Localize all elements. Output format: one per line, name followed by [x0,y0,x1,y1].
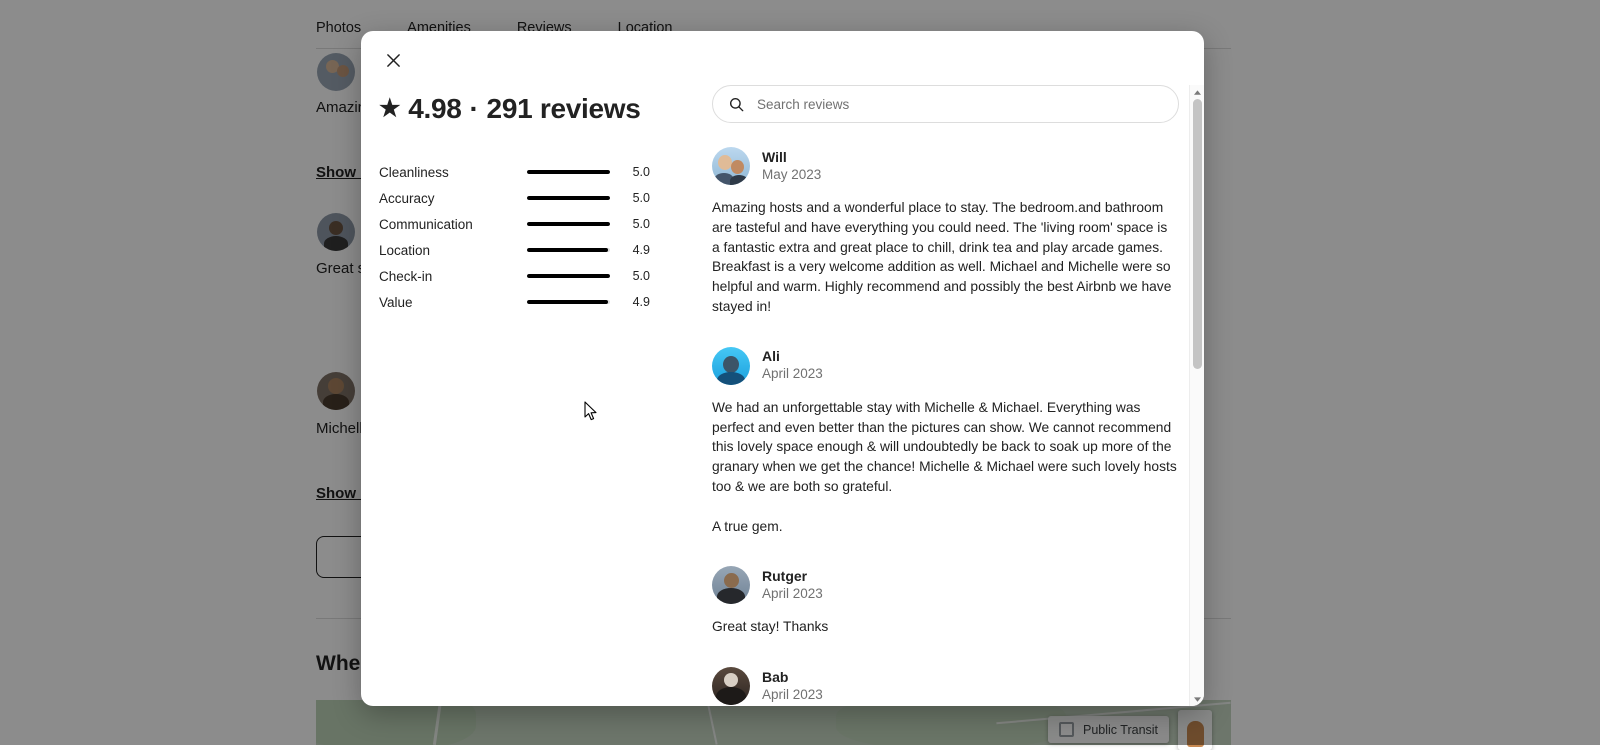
scroll-down-arrow-icon[interactable] [1190,692,1204,706]
rating-category-label: Location [379,243,527,258]
search-reviews-box[interactable] [712,85,1179,123]
rating-category-row: Value 4.9 [379,289,699,315]
rating-category-label: Accuracy [379,191,527,206]
review-item: RutgerApril 2023 Great stay! Thanks [712,566,1187,637]
reviews-count: 291 reviews [487,93,641,125]
reviews-modal: ★ 4.98 · 291 reviews Cleanliness5.0Accur… [361,31,1204,706]
rating-category-row: Location 4.9 [379,237,699,263]
rating-category-score: 5.0 [610,269,650,283]
rating-category-score: 4.9 [610,243,650,257]
review-date: April 2023 [762,585,823,603]
review-date: April 2023 [762,686,823,704]
ratings-summary-panel: ★ 4.98 · 291 reviews Cleanliness5.0Accur… [379,93,699,315]
star-icon: ★ [379,97,400,121]
avatar [712,347,750,385]
overall-rating-heading: ★ 4.98 · 291 reviews [379,93,699,125]
review-item: BabApril 2023Just spent 2 delightful nig… [712,667,1187,706]
avatar [712,147,750,185]
rating-category-row: Cleanliness 5.0 [379,159,699,185]
rating-category-label: Cleanliness [379,165,527,180]
reviews-scrollbar-track[interactable] [1189,85,1204,706]
rating-category-bar [527,248,610,252]
reviews-container: WillMay 2023 Amazing hosts and a wonderfu… [712,147,1187,706]
rating-category-label: Value [379,295,527,310]
scroll-up-arrow-icon[interactable] [1190,85,1204,99]
review-text: We had an unforgettable stay with Michel… [712,398,1177,537]
rating-category-score: 5.0 [610,191,650,205]
rating-category-score: 4.9 [610,295,650,309]
reviews-scrollbar-thumb[interactable] [1193,99,1202,369]
review-header: AliApril 2023 [712,347,1177,385]
review-header: BabApril 2023 [712,667,1177,705]
rating-category-bar [527,274,610,278]
rating-category-label: Check-in [379,269,527,284]
reviews-list-panel[interactable]: WillMay 2023 Amazing hosts and a wonderfu… [712,85,1187,706]
search-reviews-container [712,85,1179,123]
review-text: Great stay! Thanks [712,617,1177,637]
rating-category-label: Communication [379,217,527,232]
review-item: WillMay 2023 Amazing hosts and a wonderfu… [712,147,1187,317]
review-text: Amazing hosts and a wonderful place to s… [712,198,1177,317]
review-header: RutgerApril 2023 [712,566,1177,604]
rating-category-bar [527,196,610,200]
review-item: AliApril 2023 We had an unforgettable sta… [712,347,1187,537]
review-date: April 2023 [762,365,823,383]
rating-category-score: 5.0 [610,217,650,231]
avatar [712,667,750,705]
search-icon [729,97,744,112]
reviewer-name: Bab [762,669,823,686]
rating-category-bar [527,300,610,304]
review-date: May 2023 [762,166,821,184]
reviewer-name: Will [762,149,821,166]
rating-category-row: Communication 5.0 [379,211,699,237]
rating-category-row: Accuracy 5.0 [379,185,699,211]
rating-categories-list: Cleanliness 5.0 Accuracy 5.0 Communication 5.… [379,159,699,315]
rating-value: 4.98 [408,93,461,125]
rating-category-bar [527,222,610,226]
rating-separator: · [470,93,479,125]
rating-category-bar [527,170,610,174]
rating-category-row: Check-in 5.0 [379,263,699,289]
search-input[interactable] [755,96,1162,113]
reviewer-name: Rutger [762,568,823,585]
avatar [712,566,750,604]
reviewer-name: Ali [762,348,823,365]
rating-category-score: 5.0 [610,165,650,179]
close-icon[interactable] [377,44,409,76]
review-header: WillMay 2023 [712,147,1177,185]
